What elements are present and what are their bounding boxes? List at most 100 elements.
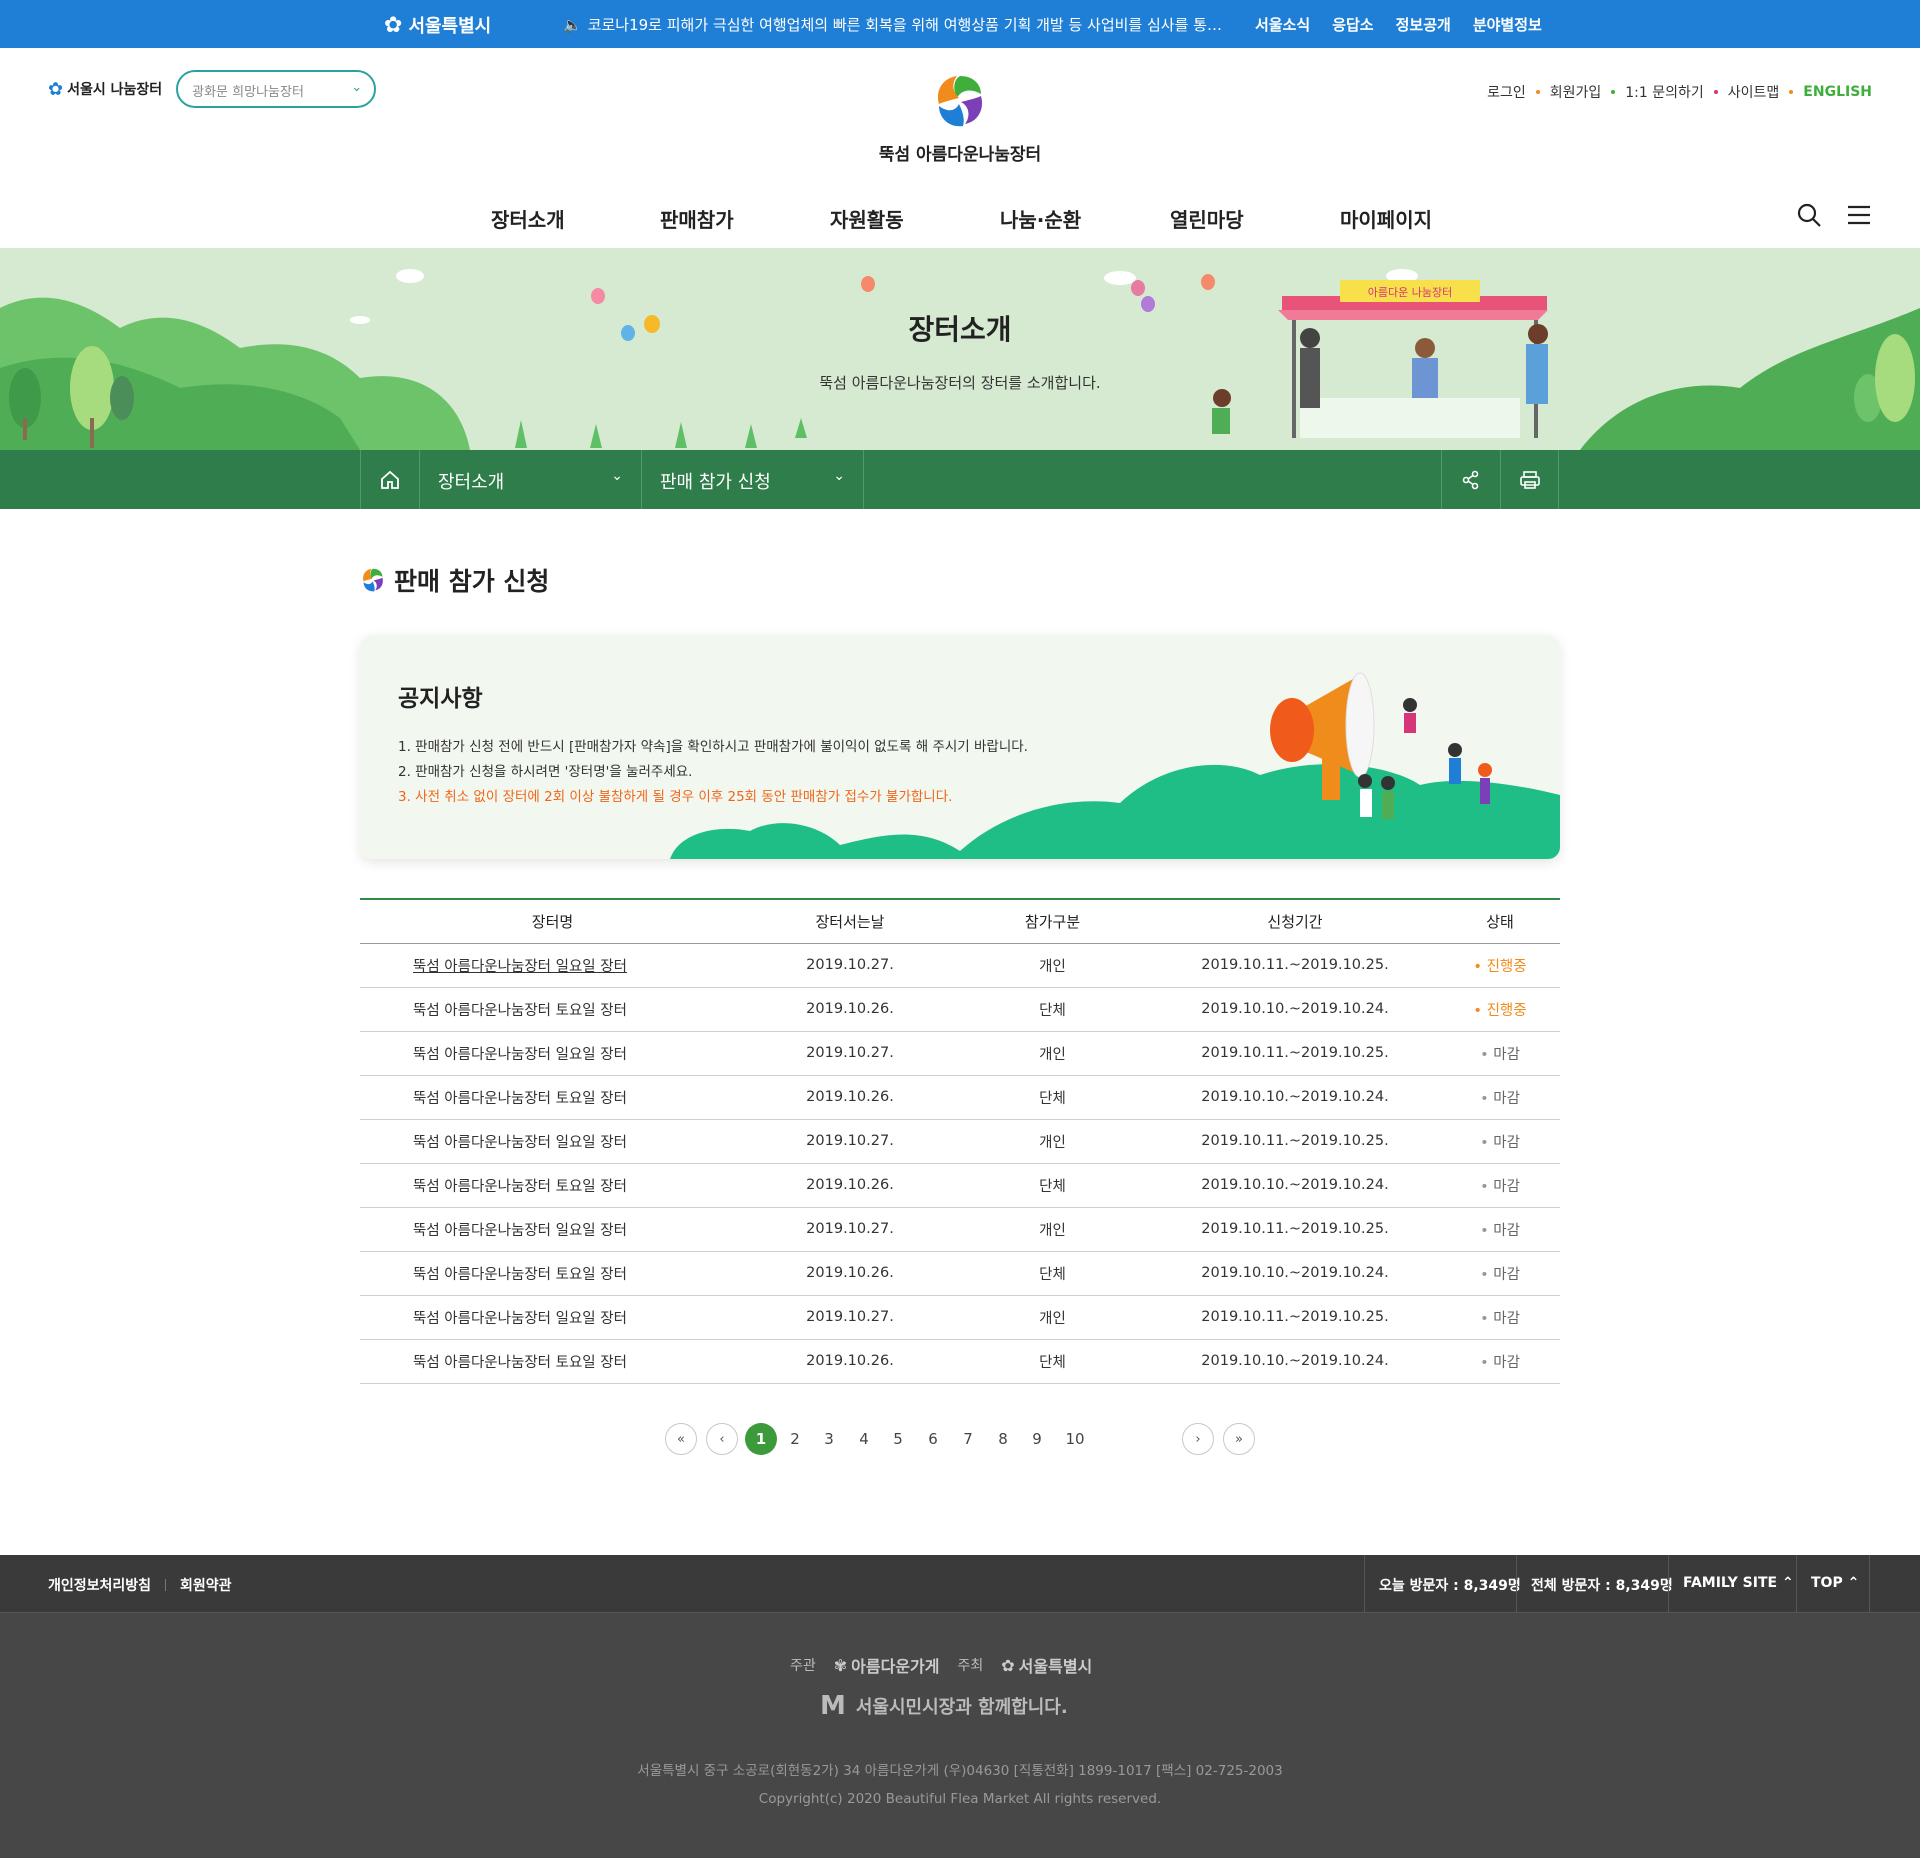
cell-participation-type-text: 개인 (1039, 958, 1066, 975)
market-name-link[interactable]: 뚝섬 아름다운나눔장터 일요일 장터 (413, 1311, 627, 1327)
cell-market-date-text: 2019.10.27. (806, 1221, 894, 1237)
cell-participation-type: 개인 (955, 943, 1150, 988)
signup-link[interactable]: 회원가입 (1550, 82, 1602, 102)
english-link[interactable]: ENGLISH (1803, 84, 1872, 100)
double-chevron-left-icon: « (677, 1431, 685, 1447)
cell-participation-type: 단체 (955, 987, 1150, 1032)
table-row: 뚝섬 아름다운나눔장터 일요일 장터 2019.10.27. 개인 2019.10.1… (360, 1295, 1560, 1340)
cell-market-name[interactable]: 뚝섬 아름다운나눔장터 일요일 장터 (360, 1031, 745, 1076)
market-name-link[interactable]: 뚝섬 아름다운나눔장터 일요일 장터 (413, 1223, 627, 1239)
cell-market-name[interactable]: 뚝섬 아름다운나눔장터 토요일 장터 (360, 1075, 745, 1120)
terms-link[interactable]: 회원약관 (180, 1575, 232, 1595)
location-depth2-dropdown[interactable]: 판매 참가 신청 ⌄ (642, 450, 864, 509)
cell-market-name[interactable]: 뚝섬 아름다운나눔장터 일요일 장터 (360, 1295, 745, 1340)
market-name-link[interactable]: 뚝섬 아름다운나눔장터 토요일 장터 (413, 1267, 627, 1283)
cell-application-period-text: 2019.10.10.~2019.10.24. (1201, 1089, 1389, 1105)
cell-participation-type-text: 단체 (1039, 1090, 1066, 1107)
search-icon[interactable] (1796, 202, 1822, 228)
location-depth1-dropdown[interactable]: 장터소개 ⌄ (420, 450, 642, 509)
market-name-link[interactable]: 뚝섬 아름다운나눔장터 토요일 장터 (413, 1003, 627, 1019)
nav-item-sharing[interactable]: 나눔·순환 (1000, 204, 1081, 233)
cell-application-period: 2019.10.10.~2019.10.24. (1150, 987, 1440, 1032)
news-ticker[interactable]: 🔈 코로나19로 피해가 극심한 여행업체의 빠른 회복을 위해 여행상품 기획 … (563, 14, 1233, 35)
page-number-button[interactable]: 2 (779, 1423, 811, 1455)
market-name-link[interactable]: 뚝섬 아름다운나눔장터 토요일 장터 (413, 1091, 627, 1107)
top-link-info[interactable]: 정보공개 (1396, 14, 1451, 35)
cell-participation-type-text: 개인 (1039, 1046, 1066, 1063)
swirl-logo-icon (363, 568, 383, 592)
chevron-down-icon: ⌄ (833, 468, 845, 484)
share-button[interactable] (1441, 450, 1500, 509)
top-link-response[interactable]: 응답소 (1332, 14, 1373, 35)
separator-dot (1611, 90, 1616, 94)
page-number-button[interactable]: 7 (952, 1423, 984, 1455)
table-row: 뚝섬 아름다운나눔장터 토요일 장터 2019.10.26. 단체 2019.10.1… (360, 1251, 1560, 1296)
first-page-button[interactable]: « (665, 1423, 697, 1455)
page-number-button[interactable]: 1 (745, 1423, 777, 1455)
cell-application-period-text: 2019.10.11.~2019.10.25. (1201, 1309, 1389, 1325)
print-button[interactable] (1500, 450, 1559, 509)
privacy-policy-link[interactable]: 개인정보처리방침 (48, 1575, 151, 1595)
nav-item-mypage[interactable]: 마이페이지 (1340, 204, 1432, 233)
last-page-button[interactable]: » (1223, 1423, 1255, 1455)
page-number-button[interactable]: 4 (848, 1423, 880, 1455)
market-name-link[interactable]: 뚝섬 아름다운나눔장터 일요일 장터 (413, 1135, 627, 1151)
site-logo[interactable]: 뚝섬 아름다운나눔장터 (860, 70, 1060, 165)
cell-market-date-text: 2019.10.26. (806, 1089, 894, 1105)
cell-status: 마감 (1440, 1031, 1560, 1076)
total-visitors: 전체 방문자 : 8,349명 (1516, 1555, 1673, 1613)
next-page-button[interactable]: › (1182, 1423, 1214, 1455)
page-number-button[interactable]: 5 (882, 1423, 914, 1455)
nav-item-market-intro[interactable]: 장터소개 (491, 204, 565, 233)
home-button[interactable] (360, 450, 420, 509)
divider (165, 1579, 167, 1591)
page-number-button[interactable]: 9 (1021, 1423, 1053, 1455)
top-link-news[interactable]: 서울소식 (1255, 14, 1310, 35)
page-number-button[interactable]: 3 (813, 1423, 845, 1455)
cell-market-name[interactable]: 뚝섬 아름다운나눔장터 일요일 장터 (360, 1119, 745, 1164)
inquiry-link[interactable]: 1:1 문의하기 (1625, 82, 1704, 102)
market-name-link[interactable]: 뚝섬 아름다운나눔장터 일요일 장터 (413, 1047, 627, 1063)
chevron-down-icon: ⌄ (611, 468, 623, 484)
prev-page-button[interactable]: ‹ (706, 1423, 738, 1455)
cell-market-name[interactable]: 뚝섬 아름다운나눔장터 토요일 장터 (360, 987, 745, 1032)
cell-market-date: 2019.10.27. (745, 1295, 955, 1340)
market-select[interactable]: 광화문 희망나눔장터 ⌄ (176, 70, 377, 108)
page-number-button[interactable]: 6 (917, 1423, 949, 1455)
cell-status-text: 마감 (1480, 1223, 1520, 1239)
cell-market-date: 2019.10.27. (745, 943, 955, 988)
nav-item-open-square[interactable]: 열린마당 (1170, 204, 1244, 233)
top-link-field[interactable]: 분야별정보 (1473, 14, 1542, 35)
nav-item-volunteer[interactable]: 자원활동 (830, 204, 904, 233)
cell-market-name[interactable]: 뚝섬 아름다운나눔장터 토요일 장터 (360, 1163, 745, 1208)
nanum-brand-link[interactable]: ✿ 서울시 나눔장터 (48, 79, 162, 100)
seoul-brand-link[interactable]: ✿ 서울특별시 (384, 12, 491, 38)
login-link[interactable]: 로그인 (1487, 82, 1526, 102)
cell-status: 마감 (1440, 1207, 1560, 1252)
table-row: 뚝섬 아름다운나눔장터 일요일 장터 2019.10.27. 개인 2019.10.1… (360, 1207, 1560, 1252)
market-name-link[interactable]: 뚝섬 아름다운나눔장터 일요일 장터 (413, 959, 627, 975)
market-name-link[interactable]: 뚝섬 아름다운나눔장터 토요일 장터 (413, 1355, 627, 1371)
footer: 주관 ✾ 아름다운가게 주최 ✿ 서울특별시 M 서울시민시장과 함께합니다. … (0, 1613, 1920, 1858)
nav-item-sale[interactable]: 판매참가 (660, 204, 734, 233)
cell-application-period-text: 2019.10.11.~2019.10.25. (1201, 957, 1389, 973)
cell-market-name[interactable]: 뚝섬 아름다운나눔장터 토요일 장터 (360, 1251, 745, 1296)
sitemap-link[interactable]: 사이트맵 (1728, 82, 1780, 102)
top-button[interactable]: TOP ⌃ (1796, 1555, 1870, 1613)
cell-status: 마감 (1440, 1251, 1560, 1296)
page-number-button[interactable]: 8 (987, 1423, 1019, 1455)
table-row: 뚝섬 아름다운나눔장터 일요일 장터 2019.10.27. 개인 2019.10.1… (360, 943, 1560, 988)
page-number-button[interactable]: 10 (1059, 1423, 1091, 1455)
cell-market-name[interactable]: 뚝섬 아름다운나눔장터 일요일 장터 (360, 943, 745, 988)
table-row: 뚝섬 아름다운나눔장터 토요일 장터 2019.10.26. 단체 2019.10.1… (360, 987, 1560, 1032)
cell-market-name[interactable]: 뚝섬 아름다운나눔장터 토요일 장터 (360, 1339, 745, 1384)
footer-address: 서울특별시 중구 소공로(회현동2가) 34 아름다운가게 (우)04630 [… (637, 1763, 1283, 1779)
cell-participation-type-text: 단체 (1039, 1002, 1066, 1019)
cell-application-period-text: 2019.10.10.~2019.10.24. (1201, 1265, 1389, 1281)
family-site-button[interactable]: FAMILY SITE ⌃ (1668, 1555, 1796, 1613)
location-bar: 장터소개 ⌄ 판매 참가 신청 ⌄ (0, 450, 1920, 509)
market-name-link[interactable]: 뚝섬 아름다운나눔장터 토요일 장터 (413, 1179, 627, 1195)
menu-icon[interactable] (1846, 202, 1872, 228)
cell-status: 진행중 (1440, 943, 1560, 988)
cell-market-name[interactable]: 뚝섬 아름다운나눔장터 일요일 장터 (360, 1207, 745, 1252)
